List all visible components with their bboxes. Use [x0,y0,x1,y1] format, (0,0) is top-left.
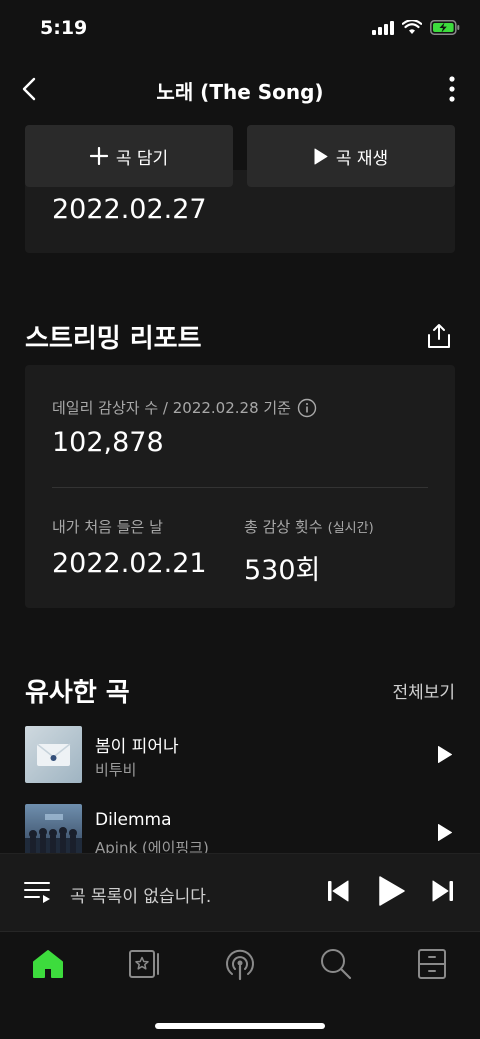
release-date-value: 2022.02.27 [52,194,207,225]
tab-podcast[interactable] [220,946,260,982]
total-plays-suffix: (실시간) [327,521,374,536]
album-art [25,804,82,853]
total-plays-label-row: 총 감상 횟수 (실시간) [244,516,374,537]
play-icon [438,823,452,841]
tab-storage[interactable] [412,946,452,982]
page-title: 노래 (The Song) [156,80,324,104]
playlist-button[interactable] [24,880,52,908]
daily-listeners-value: 102,878 [52,427,164,458]
album-art [25,726,82,783]
play-icon [314,148,328,164]
streaming-report-card: 데일리 감상자 수 / 2022.02.28 기준 102,878 내가 처음 … [25,365,455,608]
tab-library[interactable] [124,946,164,982]
similar-songs-title: 유사한 곡 [25,678,130,708]
status-time: 5:19 [40,17,88,39]
play-icon [438,745,452,763]
wifi-icon [402,20,422,34]
plus-icon [89,147,108,165]
similar-songs-list: 봄이 피어나 비투비 Dilemma Apink (에이핑크) [25,726,455,853]
total-plays-value: 530회 [244,555,321,586]
more-vertical-icon [449,76,455,102]
song-artist: Apink (에이핑크) [95,839,209,853]
list-item[interactable]: 봄이 피어나 비투비 [25,726,455,804]
play-pause-button[interactable] [376,872,408,910]
total-plays-label: 총 감상 횟수 [244,518,323,536]
see-all-link[interactable]: 전체보기 [392,678,455,703]
info-icon[interactable] [297,398,317,418]
home-icon [33,950,63,978]
search-icon [321,949,352,980]
storage-icon [418,949,446,979]
play-icon [379,876,405,906]
share-button[interactable] [423,320,455,352]
song-play-button[interactable] [435,743,455,765]
list-item[interactable]: Dilemma Apink (에이핑크) [25,804,455,853]
player-message: 곡 목록이 없습니다. [70,887,212,907]
signal-icon [372,20,394,35]
song-title: 봄이 피어나 [95,737,179,757]
action-row: 곡 담기 곡 재생 [25,125,455,187]
daily-listeners-label: 데일리 감상자 수 / 2022.02.28 기준 [52,399,291,417]
bottom-tab-bar [0,931,480,1039]
play-song-label: 곡 재생 [335,148,389,169]
album-art-image [25,804,82,853]
playlist-icon [24,882,50,903]
more-options-button[interactable] [442,72,462,106]
album-art-image [25,726,82,783]
app-header: 노래 (The Song) [0,62,480,116]
home-indicator [155,1023,325,1029]
next-button[interactable] [430,876,456,906]
song-title: Dilemma [95,810,172,830]
song-play-button[interactable] [435,821,455,843]
play-song-button[interactable]: 곡 재생 [247,125,455,187]
tab-home[interactable] [28,946,68,982]
skip-previous-icon [328,880,349,902]
report-divider [52,487,428,488]
streaming-report-title: 스트리밍 리포트 [25,324,202,354]
previous-button[interactable] [325,876,351,906]
first-listen-label: 내가 처음 들은 날 [52,518,163,536]
library-icon [129,950,159,978]
podcast-icon [226,949,254,981]
daily-listeners-row: 데일리 감상자 수 / 2022.02.28 기준 [52,397,317,418]
skip-next-icon [432,880,453,902]
first-listen-value: 2022.02.21 [52,548,207,579]
mini-player: 곡 목록이 없습니다. [0,853,480,931]
add-song-button[interactable]: 곡 담기 [25,125,233,187]
add-song-label: 곡 담기 [115,148,169,169]
tab-search[interactable] [316,946,356,982]
song-artist: 비투비 [95,761,137,779]
battery-charging-icon [430,20,460,35]
share-icon [428,324,450,348]
status-icons [372,20,460,35]
status-bar: 5:19 [0,0,480,60]
